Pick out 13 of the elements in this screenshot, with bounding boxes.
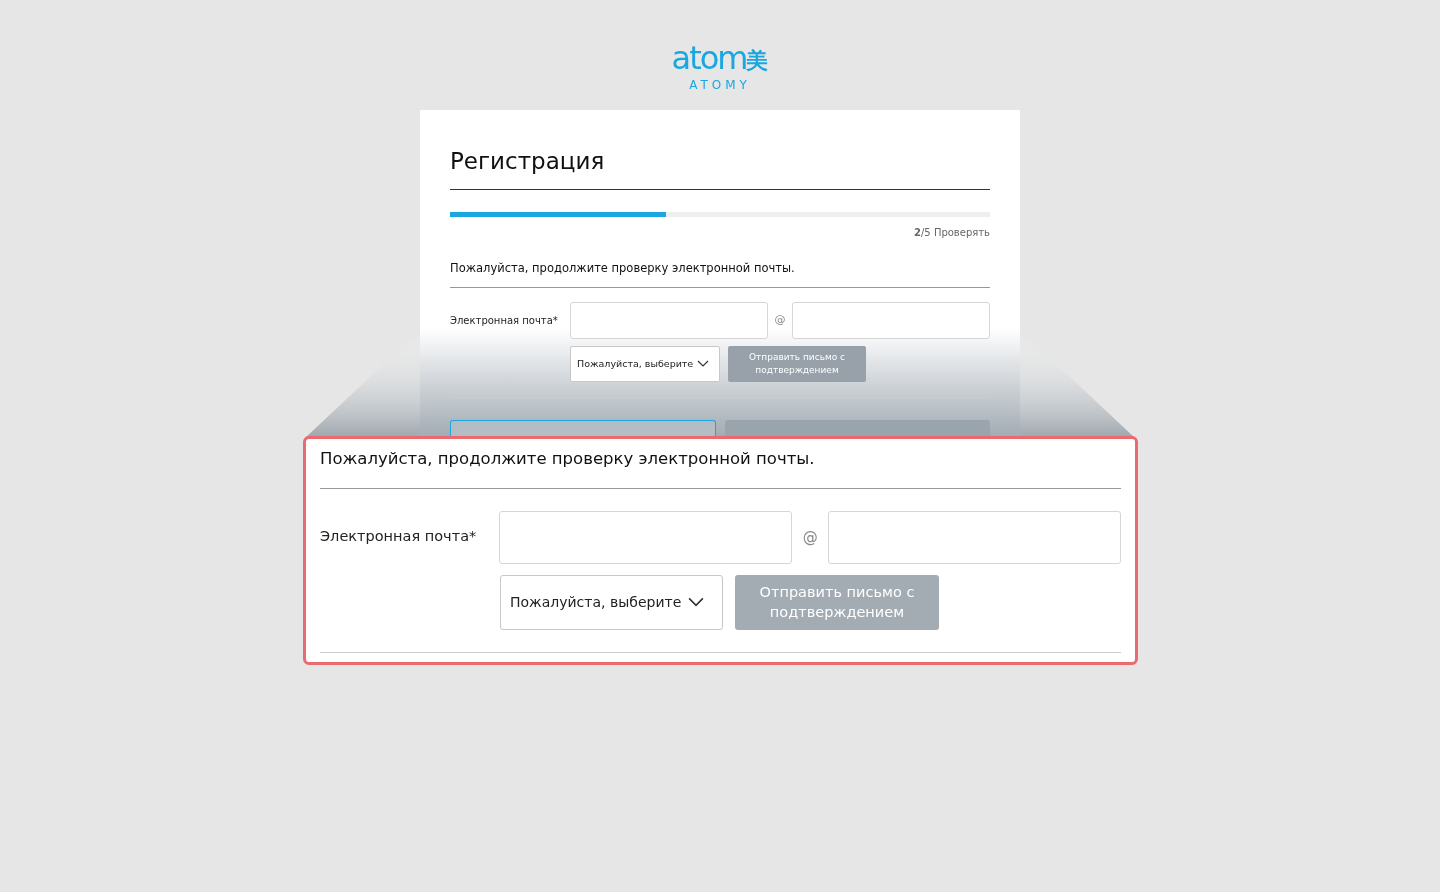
at-sign: @ — [773, 312, 787, 328]
domain-dropdown[interactable]: Пожалуйста, выберите — [570, 345, 720, 382]
domain-dropdown[interactable]: Пожалуйста, выберите — [500, 574, 723, 630]
section-heading: Пожалуйста, продолжите проверку электронной почты. — [320, 447, 1121, 489]
at-sign: @ — [801, 527, 819, 548]
logo-subtitle: ATOMY — [689, 77, 751, 94]
step-indicator: 2/5 Проверять — [914, 225, 990, 240]
logo-wordmark: atom — [671, 42, 747, 74]
email-label: Электронная почта* — [450, 313, 559, 328]
email-label: Электронная почта* — [320, 527, 478, 547]
page-title: Регистрация — [450, 144, 990, 190]
logo-hanja: 美 — [746, 50, 769, 72]
section-heading: Пожалуйста, продолжите проверку электронной почты. — [450, 239, 990, 288]
